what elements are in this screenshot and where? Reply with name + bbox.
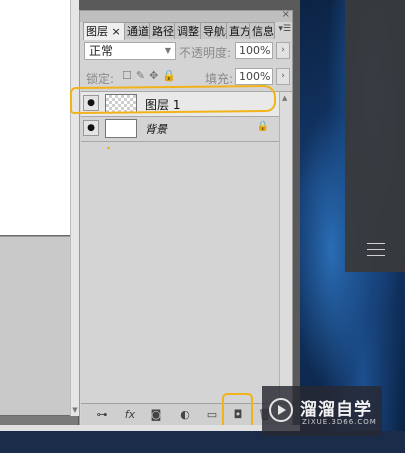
opacity-label: 不透明度:: [179, 46, 232, 60]
panel-tabs: 图层 × 通道 路径 调整 导航器 直方图 信息 ▾☰: [83, 22, 291, 40]
lock-options-icons[interactable]: ☐✎✥🔒: [122, 69, 180, 82]
layers-bottom-toolbar: ⊶ fx ◙ ◐ ▭ ◘ 🗑: [81, 403, 292, 426]
lock-icon: 🔒: [256, 121, 269, 132]
fx-icon[interactable]: fx: [121, 407, 139, 422]
link-layers-icon[interactable]: ⊶: [93, 407, 111, 422]
panel-title-bar[interactable]: ×: [80, 9, 292, 22]
tab-paths[interactable]: 路径: [149, 22, 175, 39]
opacity-input[interactable]: 100%: [235, 42, 273, 59]
lock-label: 锁定:: [86, 72, 115, 86]
highlight-layer-annotation: [69, 84, 277, 115]
fill-input[interactable]: 100%: [235, 68, 273, 85]
scroll-up-arrow-icon[interactable]: ▲: [282, 94, 287, 102]
adjustment-layer-icon[interactable]: ◐: [176, 407, 194, 422]
blend-mode-select[interactable]: 正常 ▼: [84, 42, 176, 60]
tab-adjustments[interactable]: 调整: [174, 22, 201, 39]
annotation-dot: [107, 147, 110, 149]
canvas-pasteboard: [0, 236, 70, 415]
blend-row: 正常 ▼ 不透明度: 100% ›: [84, 42, 290, 62]
layer-thumbnail: [105, 119, 137, 138]
tab-channels[interactable]: 通道: [124, 22, 150, 39]
layers-list: ● 图层 1 ● 背景 🔒 ▲: [81, 91, 292, 402]
layer-row-background[interactable]: ● 背景 🔒: [81, 117, 279, 142]
tab-histogram[interactable]: 直方图: [226, 22, 250, 39]
fill-slider-button[interactable]: ›: [276, 68, 290, 85]
scroll-down-arrow-icon[interactable]: ▼: [71, 406, 79, 414]
background-window: [345, 0, 405, 272]
add-mask-icon[interactable]: ◙: [147, 407, 165, 422]
layers-panel: × 图层 × 通道 路径 调整 导航器 直方图 信息 ▾☰ 正常 ▼ 不透明度:…: [79, 9, 293, 426]
watermark-subtitle: ZIXUE.3D66.COM: [302, 418, 377, 426]
panel-menu-icon[interactable]: ▾☰: [278, 24, 291, 34]
new-group-icon[interactable]: ▭: [203, 407, 221, 422]
watermark-title: 溜溜自学: [300, 400, 372, 420]
tab-navigator[interactable]: 导航器: [200, 22, 227, 39]
panel-close-icon[interactable]: ×: [282, 9, 290, 20]
watermark: 溜溜自学 ZIXUE.3D66.COM: [262, 386, 382, 436]
layers-scrollbar[interactable]: ▲: [279, 92, 292, 402]
tab-layers[interactable]: 图层 ×: [83, 22, 125, 40]
document-canvas-area: ▼: [0, 0, 79, 453]
eye-icon[interactable]: ●: [83, 120, 99, 136]
canvas-vertical-scrollbar[interactable]: ▼: [70, 0, 79, 416]
chevron-down-icon: ▼: [164, 46, 171, 55]
layer-name: 背景: [145, 123, 167, 136]
opacity-slider-button[interactable]: ›: [276, 42, 290, 59]
play-logo-icon: [269, 398, 293, 422]
blend-mode-value: 正常: [89, 44, 114, 58]
hamburger-menu-icon[interactable]: [367, 243, 385, 257]
tab-info[interactable]: 信息: [249, 22, 275, 39]
document-canvas[interactable]: [0, 0, 70, 235]
